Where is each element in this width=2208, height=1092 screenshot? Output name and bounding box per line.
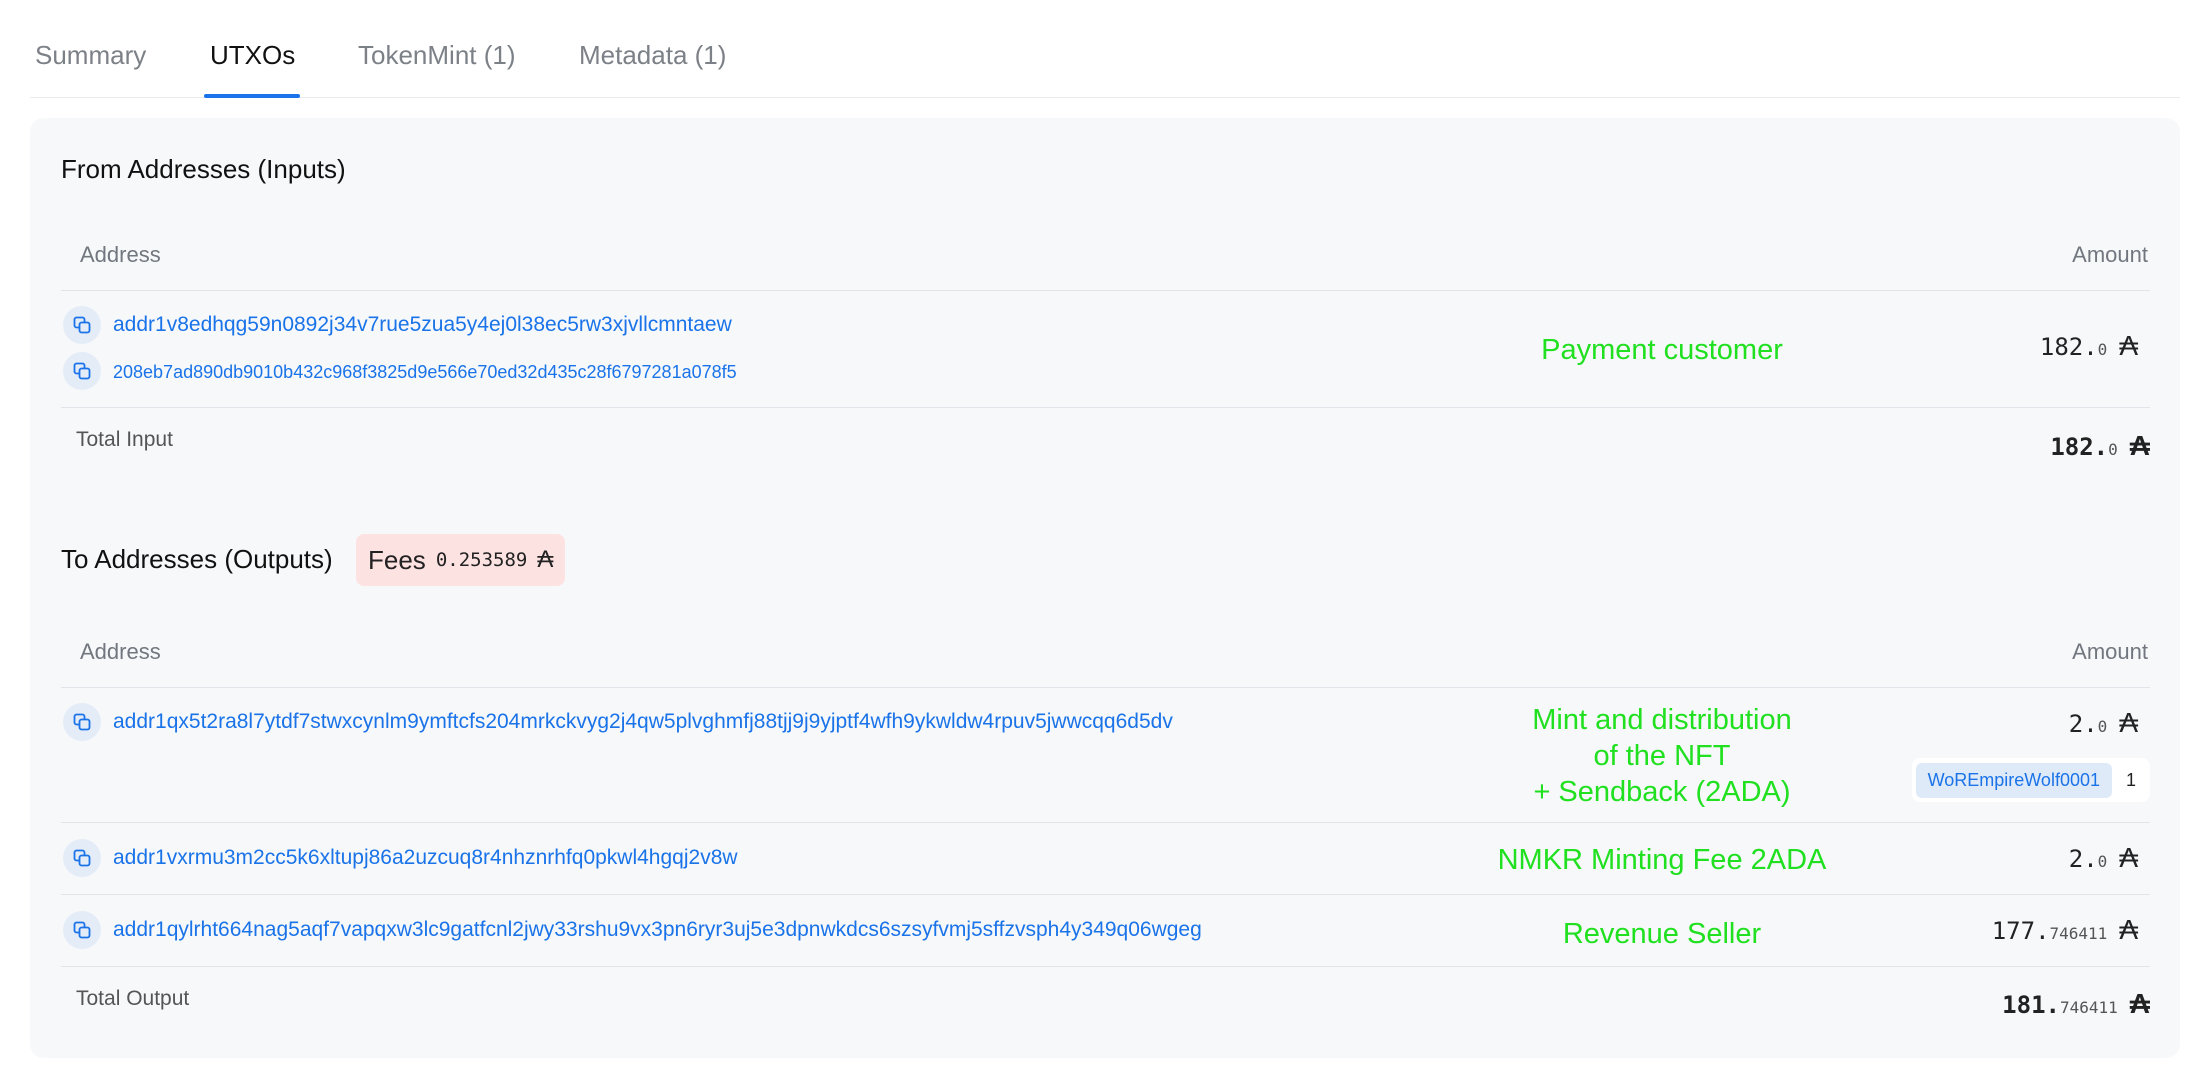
amount-decimal: 0 — [2108, 440, 2118, 459]
amount-decimal: 746411 — [2049, 924, 2108, 943]
output-address[interactable]: addr1qx5t2ra8l7ytdf7stwxcynlm9ymftcfs204… — [113, 710, 1173, 734]
tab-summary[interactable]: Summary — [35, 40, 146, 71]
amount-decimal: 0 — [2097, 340, 2108, 359]
total-input-amount: 182. 0 ₳ — [2050, 430, 2150, 462]
amount-integer: 182. — [2039, 333, 2098, 361]
outputs-title: To Addresses (Outputs) — [61, 544, 333, 574]
ada-icon: ₳ — [2119, 330, 2138, 361]
fees-label: Fees — [368, 544, 426, 575]
input-amount: 182. 0 ₳ — [2040, 330, 2138, 362]
outputs-address-header: Address — [80, 639, 161, 664]
amount-integer: 177. — [1991, 917, 2050, 945]
annotation-line: + Sendback (2ADA) — [1533, 776, 1791, 808]
output-amount: 2. 0 ₳ — [2069, 842, 2138, 874]
inputs-address-header: Address — [80, 242, 161, 267]
output-amount: 2. 0 ₳ — [2069, 707, 2138, 739]
divider — [61, 687, 2150, 688]
active-tab-indicator — [204, 94, 300, 98]
utxo-panel: From Addresses (Inputs) Address Amount a… — [30, 118, 2180, 1058]
tab-bar: Summary UTXOs TokenMint (1) Metadata (1) — [30, 0, 2180, 98]
copy-address-button[interactable] — [63, 703, 101, 741]
token-quantity: 1 — [2125, 769, 2136, 790]
copy-icon — [73, 921, 91, 939]
amount-decimal: 0 — [2097, 852, 2108, 871]
copy-address-button[interactable] — [63, 306, 101, 344]
tab-tokenmint[interactable]: TokenMint (1) — [358, 40, 516, 71]
ada-icon: ₳ — [2119, 914, 2138, 945]
annotation-line: Mint and distribution — [1532, 704, 1792, 736]
copy-icon — [73, 849, 91, 867]
fees-value: 0.253589 — [435, 549, 528, 571]
amount-decimal: 746411 — [2059, 998, 2118, 1017]
amount-integer: 182. — [2050, 433, 2109, 461]
copy-icon — [73, 362, 91, 380]
divider — [61, 822, 2150, 823]
divider — [61, 290, 2150, 291]
token-name-link[interactable]: WoREmpireWolf0001 — [1915, 762, 2112, 798]
divider — [61, 966, 2150, 967]
annotation-revenue-seller: Revenue Seller — [1562, 918, 1762, 950]
tab-metadata[interactable]: Metadata (1) — [579, 40, 726, 71]
ada-icon: ₳ — [2129, 988, 2150, 1019]
outputs-amount-header: Amount — [2072, 639, 2148, 664]
copy-address-button[interactable] — [63, 911, 101, 949]
amount-integer: 2. — [2068, 845, 2098, 873]
inputs-amount-header: Amount — [2072, 242, 2148, 267]
output-amount: 177. 746411 ₳ — [1992, 914, 2138, 946]
ada-icon: ₳ — [2119, 842, 2138, 873]
copy-address-button[interactable] — [63, 839, 101, 877]
divider — [61, 407, 2150, 408]
total-output-amount: 181. 746411 ₳ — [2002, 988, 2150, 1020]
total-input-label: Total Input — [76, 428, 173, 451]
annotation-mint-distribution: Mint and distribution of the NFT + Sendb… — [1462, 702, 1862, 810]
copy-hash-button[interactable] — [63, 352, 101, 390]
fees-badge: Fees 0.253589 ₳ — [356, 534, 566, 586]
copy-icon — [73, 713, 91, 731]
inputs-title: From Addresses (Inputs) — [61, 154, 346, 184]
amount-decimal: 0 — [2097, 717, 2108, 736]
copy-icon — [73, 316, 91, 334]
output-address[interactable]: addr1vxrmu3m2cc5k6xltupj86a2uzcuq8r4nhzn… — [113, 846, 738, 870]
tab-utxos[interactable]: UTXOs — [210, 40, 295, 71]
amount-integer: 181. — [2002, 991, 2060, 1019]
output-address[interactable]: addr1qylrht664nag5aqf7vapqxw3lc9gatfcnl2… — [113, 918, 1202, 942]
annotation-line: of the NFT — [1593, 740, 1731, 772]
ada-icon: ₳ — [537, 546, 554, 573]
total-output-label: Total Output — [76, 987, 190, 1010]
token-badge: WoREmpireWolf0001 1 — [1911, 758, 2150, 802]
amount-integer: 2. — [2068, 710, 2098, 738]
ada-icon: ₳ — [2129, 430, 2150, 461]
input-tx-hash[interactable]: 208eb7ad890db9010b432c968f3825d9e566e70e… — [113, 362, 737, 383]
ada-icon: ₳ — [2119, 707, 2138, 738]
annotation-payment-customer: Payment customer — [1541, 334, 1783, 366]
divider — [61, 894, 2150, 895]
annotation-nmkr-fee: NMKR Minting Fee 2ADA — [1497, 844, 1827, 876]
input-address[interactable]: addr1v8edhqg59n0892j34v7rue5zua5y4ej0l38… — [113, 313, 732, 337]
